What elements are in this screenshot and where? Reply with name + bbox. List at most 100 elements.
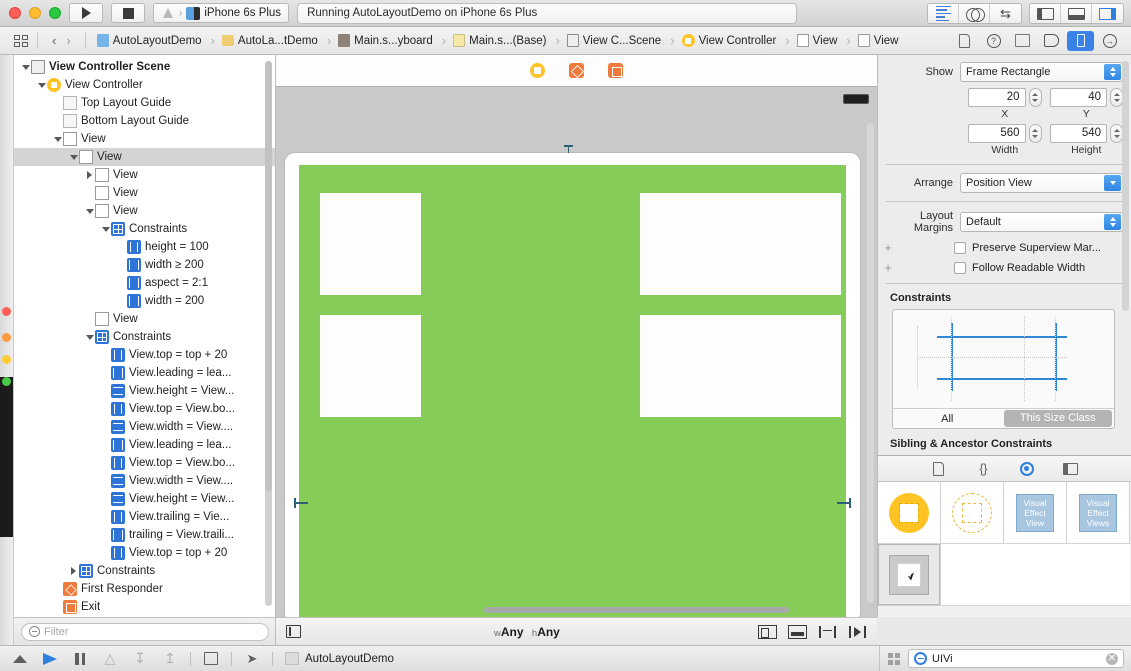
close-button[interactable] [9, 7, 21, 19]
outline-row[interactable]: width = 200 [14, 292, 275, 310]
navigator-toggle-button[interactable] [1030, 4, 1061, 23]
view-hierarchy-button[interactable] [201, 651, 221, 667]
attributes-inspector-button[interactable] [1038, 31, 1065, 51]
canvas-horizontal-scrollbar[interactable] [484, 607, 789, 613]
canvas-subview[interactable] [320, 193, 421, 295]
utilities-toggle-button[interactable] [1092, 4, 1123, 23]
size-inspector-panel[interactable]: Show Frame Rectangle 20 X [877, 55, 1131, 455]
continue-button[interactable] [40, 651, 60, 667]
stack-view-icon[interactable] [758, 625, 777, 639]
outline-row[interactable]: trailing = View.traili... [14, 526, 275, 544]
outline-row[interactable]: width ≥ 200 [14, 256, 275, 274]
x-input[interactable]: 20 [968, 88, 1026, 107]
editor-mode-segmented[interactable]: ⇆ [927, 3, 1022, 24]
arrange-popup[interactable]: Position View [960, 173, 1123, 193]
scheme-selector[interactable]: › iPhone 6s Plus [153, 3, 289, 23]
step-over-button[interactable]: △ [100, 651, 120, 667]
library-item-view-controller[interactable] [878, 482, 941, 544]
outline-row[interactable]: height = 100 [14, 238, 275, 256]
canvas-subview[interactable] [640, 315, 841, 417]
outline-row[interactable]: Constraints [14, 220, 275, 238]
pause-button[interactable] [70, 651, 90, 667]
document-outline-toggle-icon[interactable] [286, 625, 301, 638]
resolve-issues-icon[interactable] [848, 625, 867, 639]
outline-row[interactable]: View [14, 148, 275, 166]
stop-button[interactable] [111, 3, 145, 23]
disclosure-triangle-icon[interactable] [36, 83, 47, 88]
outline-row[interactable]: View.height = View... [14, 382, 275, 400]
object-library-tab[interactable] [1018, 461, 1036, 477]
y-input[interactable]: 40 [1050, 88, 1108, 107]
outline-row[interactable]: View.trailing = Vie... [14, 508, 275, 526]
view-controller-dock-icon[interactable] [530, 63, 545, 78]
breadcrumb-item-view-controller[interactable]: View Controller › [680, 33, 795, 48]
outline-row[interactable]: View.leading = lea... [14, 364, 275, 382]
outline-row[interactable]: View.top = top + 20 [14, 544, 275, 562]
layout-margins-popup[interactable]: Default [960, 212, 1123, 232]
outline-row[interactable]: View [14, 310, 275, 328]
disclosure-triangle-icon[interactable] [84, 171, 95, 179]
outline-row[interactable]: Top Layout Guide [14, 94, 275, 112]
breadcrumb-item-view-selected[interactable]: View [856, 34, 901, 47]
add-variation-icon[interactable]: + [882, 240, 894, 255]
show-popup[interactable]: Frame Rectangle [960, 62, 1123, 82]
disclosure-triangle-icon[interactable] [100, 227, 111, 232]
disclosure-triangle-icon[interactable] [68, 155, 79, 160]
outline-row[interactable]: View [14, 184, 275, 202]
outline-row[interactable]: Constraints [14, 328, 275, 346]
breadcrumb-item-storyboard[interactable]: Main.s...yboard › [336, 33, 451, 48]
breadcrumb-item-folder[interactable]: AutoLa...tDemo › [220, 33, 336, 48]
library-filter-icon[interactable] [888, 653, 900, 665]
clear-search-icon[interactable]: ✕ [1106, 653, 1118, 665]
identity-inspector-button[interactable] [1009, 31, 1036, 51]
disclosure-triangle-icon[interactable] [84, 335, 95, 340]
constraints-widget[interactable]: All This Size Class [892, 309, 1115, 429]
library-item-view[interactable] [878, 544, 941, 606]
library-item-view-controller-dashed[interactable] [941, 482, 1004, 544]
canvas-subview[interactable] [320, 315, 421, 417]
canvas-subview[interactable] [640, 193, 841, 295]
canvas-background[interactable] [276, 87, 877, 617]
width-input[interactable]: 560 [968, 124, 1026, 143]
size-class-indicator[interactable]: wAny hAny [494, 625, 560, 639]
scope-all-option[interactable]: All [893, 409, 1002, 429]
library-search-input[interactable]: UIVi ✕ [908, 649, 1124, 668]
disclosure-triangle-icon[interactable] [52, 137, 63, 142]
canvas-vertical-scrollbar[interactable] [867, 123, 874, 603]
outline-row[interactable]: View.top = top + 20 [14, 346, 275, 364]
size-inspector-button[interactable] [1067, 31, 1094, 51]
breadcrumb-item-view[interactable]: View › [795, 33, 856, 48]
minimize-button[interactable] [29, 7, 41, 19]
resize-handle-left[interactable] [294, 502, 308, 504]
breadcrumb-item-scene[interactable]: View C...Scene › [565, 33, 680, 48]
x-stepper[interactable] [1029, 88, 1042, 107]
outline-row[interactable]: View.width = View.... [14, 418, 275, 436]
device-frame[interactable] [285, 153, 860, 617]
breakpoints-button[interactable] [10, 651, 30, 667]
pin-icon[interactable] [818, 625, 837, 639]
constraints-scope-segmented[interactable]: All This Size Class [893, 408, 1114, 428]
canvas-editor[interactable] [276, 55, 877, 617]
align-icon[interactable] [788, 625, 807, 639]
outline-row[interactable]: Bottom Layout Guide [14, 112, 275, 130]
back-button[interactable]: ‹ [47, 33, 61, 48]
outline-row[interactable]: View Controller Scene [14, 58, 275, 76]
window-controls[interactable] [9, 7, 61, 19]
outline-row[interactable]: View.leading = lea... [14, 436, 275, 454]
library-object-grid[interactable]: Visual Effect View Visual Effect Views [878, 482, 1131, 606]
related-items-icon[interactable] [14, 35, 28, 47]
outline-row[interactable]: View Controller [14, 76, 275, 94]
connections-inspector-button[interactable]: → [1096, 31, 1123, 51]
outline-row[interactable]: First Responder [14, 580, 275, 598]
step-into-button[interactable]: ↧ [130, 651, 150, 667]
outline-row[interactable]: Exit [14, 598, 275, 616]
outline-row[interactable]: aspect = 2:1 [14, 274, 275, 292]
quick-help-button[interactable]: ? [980, 31, 1007, 51]
root-view[interactable] [299, 165, 846, 617]
preserve-superview-checkbox[interactable] [954, 242, 966, 254]
scene-dock[interactable] [276, 55, 877, 87]
assistant-editor-button[interactable] [959, 4, 990, 23]
debug-area-toggle-button[interactable] [1061, 4, 1092, 23]
library-item-visual-effect-views[interactable]: Visual Effect Views [1067, 482, 1130, 544]
outline-row[interactable]: View [14, 202, 275, 220]
